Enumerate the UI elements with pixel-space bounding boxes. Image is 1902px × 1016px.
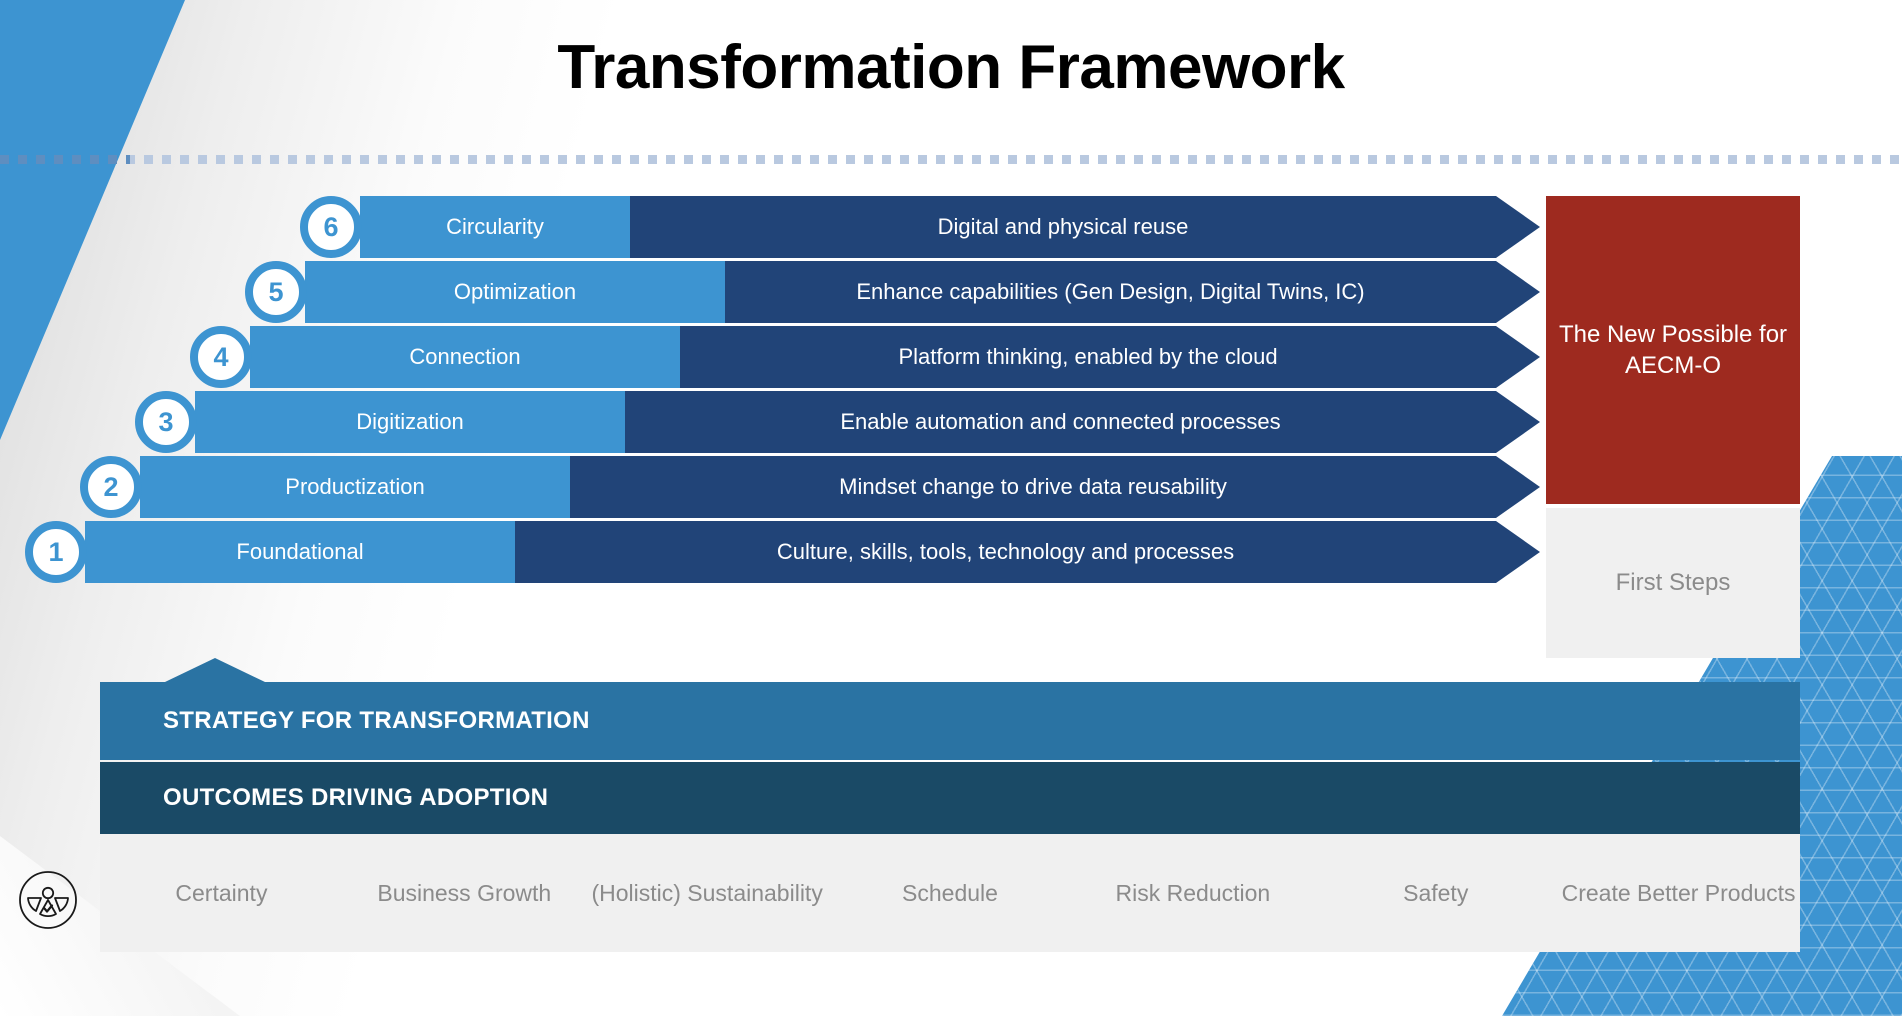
stair-desc-label-2: Mindset change to drive data reusability [839, 474, 1227, 499]
stair-desc-label-4: Platform thinking, enabled by the cloud [898, 344, 1278, 369]
first-steps-box: First Steps [1546, 508, 1800, 658]
stair-stage-label-5: Optimization [453, 279, 577, 304]
dotted-divider-over-blue [0, 155, 130, 164]
outcome-item: (Holistic) Sustainability [591, 880, 823, 906]
outcome-item: Business Growth [377, 880, 552, 906]
outcomes-list: Certainty Business Growth (Holistic) Sus… [100, 834, 1800, 952]
stair-number-6: 6 [300, 196, 362, 258]
stair-number-5: 5 [245, 261, 307, 323]
stair-desc-label-5: Enhance capabilities (Gen Design, Digita… [856, 279, 1365, 304]
stair-row-3[interactable]: Digitization Enable automation and conne… [135, 391, 1540, 453]
outcome-item: Safety [1403, 880, 1469, 906]
slide-canvas: Transformation Framework Circularity Dig… [0, 0, 1902, 1016]
stair-row-6[interactable]: Circularity Digital and physical reuse 6 [300, 196, 1540, 258]
stair-stage-label-3: Digitization [356, 409, 464, 434]
outcomes-band: OUTCOMES DRIVING ADOPTION [100, 762, 1800, 834]
stair-number-1: 1 [25, 521, 87, 583]
stair-row-1[interactable]: Foundational Culture, skills, tools, tec… [25, 521, 1540, 583]
stair-stage-label-4: Connection [409, 344, 521, 369]
circular-figure-check-logo-icon [18, 870, 78, 930]
stair-stage-label-1: Foundational [236, 539, 364, 564]
stair-number-4: 4 [190, 326, 252, 388]
outcome-item: Schedule [902, 880, 998, 906]
stair-row-5[interactable]: Optimization Enhance capabilities (Gen D… [245, 261, 1540, 323]
stair-row-4[interactable]: Connection Platform thinking, enabled by… [190, 326, 1540, 388]
stair-stage-label-2: Productization [285, 474, 425, 499]
strategy-band: STRATEGY FOR TRANSFORMATION [100, 682, 1800, 760]
page-title: Transformation Framework [557, 33, 1345, 102]
stair-desc-label-1: Culture, skills, tools, technology and p… [776, 539, 1235, 564]
stair-desc-label-6: Digital and physical reuse [937, 214, 1189, 239]
new-possible-box: The New Possible for AECM-O [1546, 196, 1800, 504]
stair-number-3: 3 [135, 391, 197, 453]
stair-number-2: 2 [80, 456, 142, 518]
dotted-divider [0, 155, 1902, 164]
outcome-item: Risk Reduction [1115, 880, 1271, 906]
stair-desc-label-3: Enable automation and connected processe… [840, 409, 1281, 434]
stair-stage-label-6: Circularity [446, 214, 544, 239]
outcome-item: Create Better Products [1561, 880, 1796, 906]
stair-row-2[interactable]: Productization Mindset change to drive d… [80, 456, 1540, 518]
outcome-item: Certainty [175, 880, 268, 906]
